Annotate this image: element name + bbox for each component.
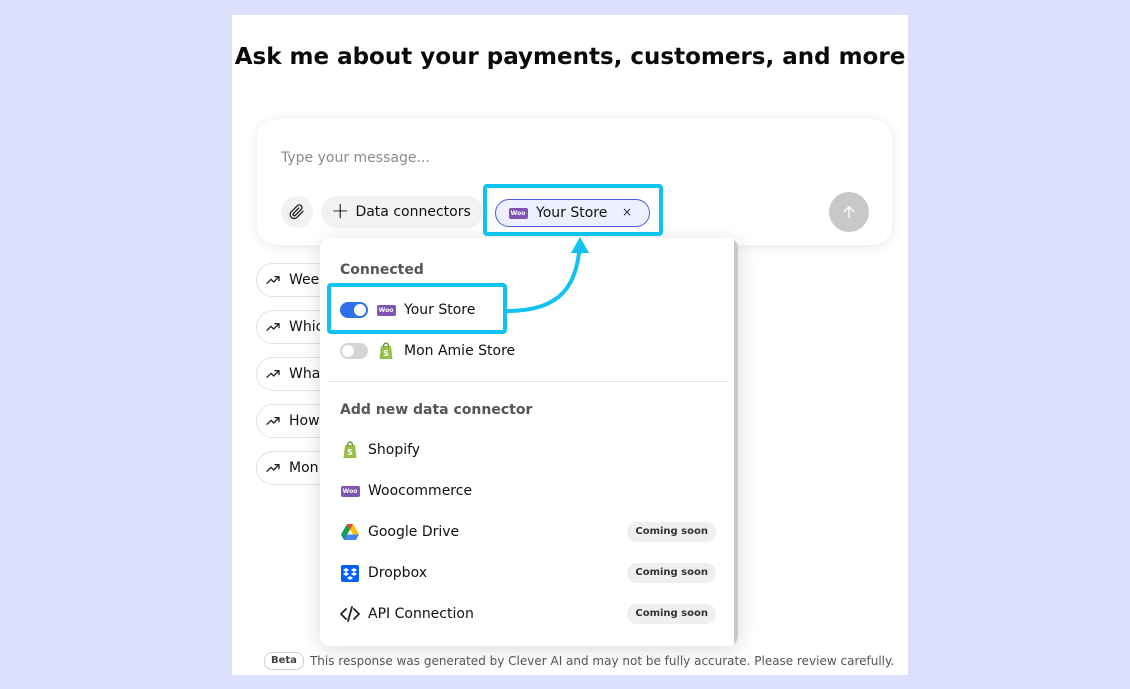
suggestion-label: Wee: [289, 272, 320, 288]
highlight-box-chip: [483, 184, 663, 236]
message-input[interactable]: [281, 145, 781, 171]
trending-up-icon: [266, 464, 280, 472]
add-item-google-drive[interactable]: Google Drive Coming soon: [340, 517, 716, 547]
trending-up-icon: [266, 323, 280, 331]
add-item-api-connection[interactable]: API Connection Coming soon: [340, 599, 716, 629]
data-connectors-button[interactable]: + Data connectors: [321, 196, 483, 228]
menu-divider: [328, 381, 728, 382]
add-item-label: Google Drive: [368, 524, 460, 540]
arrow-up-icon: [843, 206, 855, 218]
add-item-woocommerce[interactable]: Woo Woocommerce: [340, 476, 716, 506]
trending-up-icon: [266, 276, 280, 284]
add-item-shopify[interactable]: S Shopify: [340, 435, 716, 465]
coming-soon-badge: Coming soon: [627, 563, 716, 583]
suggestion-label: Wha: [289, 366, 321, 382]
paperclip-icon: [289, 204, 304, 220]
svg-text:S: S: [347, 448, 353, 457]
plus-icon: +: [331, 199, 350, 224]
add-item-label: Shopify: [368, 442, 421, 458]
trending-up-icon: [266, 417, 280, 425]
connector-toggle[interactable]: [340, 343, 368, 359]
connector-item-mon-amie-store[interactable]: S Mon Amie Store: [340, 336, 716, 366]
trending-up-icon: [266, 370, 280, 378]
page-title: Ask me about your payments, customers, a…: [234, 44, 906, 70]
add-item-label: Woocommerce: [368, 483, 473, 499]
send-button[interactable]: [829, 192, 869, 232]
connector-label: Mon Amie Store: [404, 343, 516, 359]
dropbox-icon: [340, 563, 360, 583]
add-item-label: API Connection: [368, 606, 474, 622]
disclaimer-text: This response was generated by Clever AI…: [309, 654, 895, 668]
chat-panel: Ask me about your payments, customers, a…: [232, 15, 908, 675]
attach-button[interactable]: [281, 196, 313, 228]
svg-text:S: S: [383, 349, 389, 358]
beta-badge: Beta: [264, 652, 304, 670]
coming-soon-badge: Coming soon: [627, 604, 716, 624]
woocommerce-icon: Woo: [340, 481, 360, 501]
menu-scrollbar[interactable]: [734, 238, 738, 646]
shopify-icon: S: [340, 440, 360, 460]
suggestion-label: Whic: [289, 319, 324, 335]
add-item-dropbox[interactable]: Dropbox Coming soon: [340, 558, 716, 588]
coming-soon-badge: Coming soon: [627, 522, 716, 542]
shopify-icon: S: [376, 341, 396, 361]
code-icon: [340, 604, 360, 624]
highlight-box-menu-item: [327, 283, 507, 334]
suggestion-label: How: [289, 413, 320, 429]
add-item-label: Dropbox: [368, 565, 427, 581]
suggestion-label: Mon: [289, 460, 319, 476]
google-drive-icon: [340, 522, 360, 542]
disclaimer-footer: Beta This response was generated by Clev…: [264, 651, 904, 671]
connected-heading: Connected: [340, 262, 424, 278]
add-connector-heading: Add new data connector: [340, 402, 533, 418]
data-connectors-label: Data connectors: [355, 204, 471, 220]
